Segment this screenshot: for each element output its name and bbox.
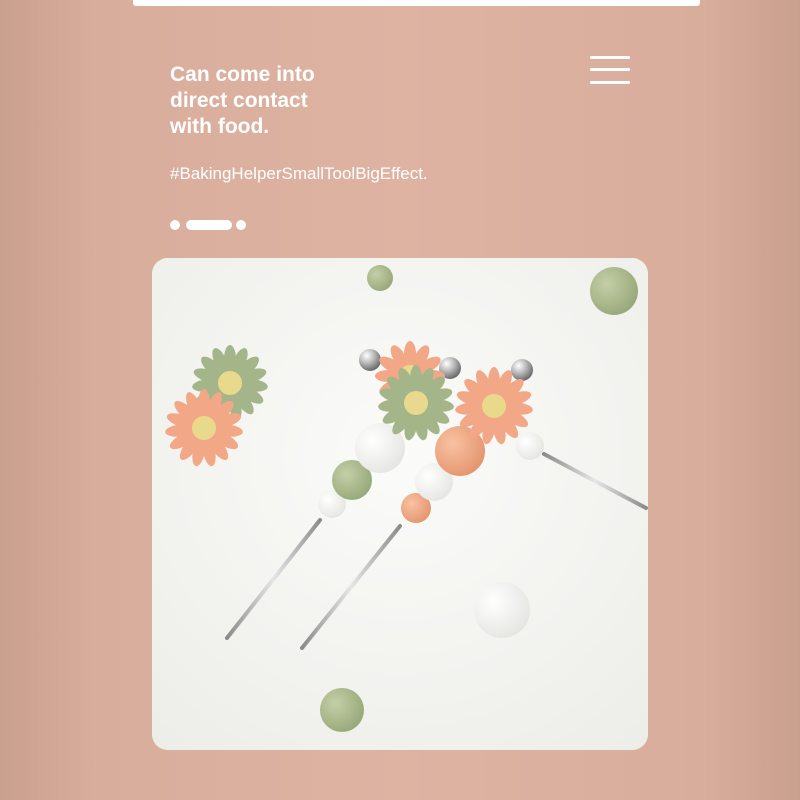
top-white-bar — [133, 0, 700, 6]
hamburger-menu-icon[interactable] — [590, 54, 630, 86]
product-illustration — [152, 258, 648, 750]
carousel-dot-1[interactable] — [170, 220, 180, 230]
product-photo — [152, 258, 648, 750]
carousel-dot-3[interactable] — [236, 220, 246, 230]
carousel-dot-active[interactable] — [186, 220, 232, 230]
sage-bead-icon — [320, 688, 364, 732]
sage-bead-icon — [367, 265, 393, 291]
hashtag-text: #BakingHelperSmallToolBigEffect. — [170, 164, 428, 183]
sage-bead-icon — [590, 267, 638, 315]
headline: Can come into direct contact with food. — [170, 63, 315, 138]
white-bead-icon — [474, 582, 530, 638]
